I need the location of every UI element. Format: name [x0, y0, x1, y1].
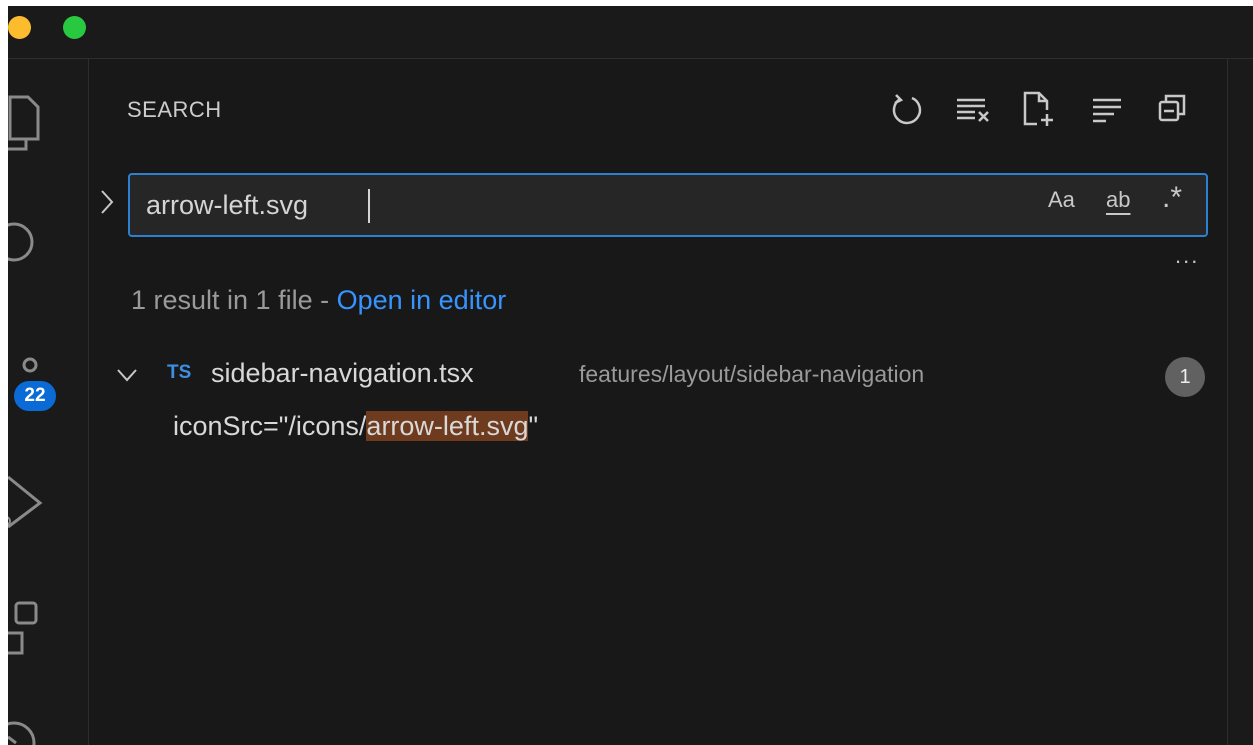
results-summary-text: 1 result in 1 file - — [131, 285, 337, 315]
refresh-icon — [892, 94, 922, 125]
collapse-all-icon — [1158, 94, 1186, 122]
new-search-editor-icon — [1023, 91, 1053, 126]
result-match-line[interactable]: iconSrc="/icons/arrow-left.svg" — [173, 411, 538, 442]
match-case-toggle[interactable]: Aa — [1048, 187, 1075, 213]
editor-gutter — [1228, 59, 1253, 745]
result-file-row[interactable]: TS sidebar-navigation.tsx features/layou… — [109, 355, 1209, 397]
extensions-icon[interactable] — [8, 597, 52, 667]
match-suffix: " — [528, 411, 539, 441]
results-summary: 1 result in 1 file - Open in editor — [131, 285, 506, 316]
match-highlight: arrow-left.svg — [366, 411, 529, 441]
search-panel-title: SEARCH — [127, 97, 222, 122]
chevron-down-icon[interactable] — [115, 367, 139, 383]
text-caret — [368, 189, 370, 223]
minimize-button[interactable] — [8, 16, 31, 39]
typescript-file-icon: TS — [167, 362, 192, 383]
refresh-button[interactable] — [889, 89, 925, 129]
result-file-name: sidebar-navigation.tsx — [211, 358, 474, 388]
source-control-badge: 22 — [12, 379, 58, 413]
new-search-editor-button[interactable] — [1021, 89, 1057, 129]
search-icon[interactable] — [8, 214, 46, 274]
search-box: Aa ab .* — [128, 173, 1208, 237]
zoom-button[interactable] — [63, 16, 86, 39]
match-count-badge: 1 — [1165, 357, 1205, 397]
search-input[interactable] — [146, 181, 1006, 229]
clear-results-button[interactable] — [955, 89, 991, 129]
run-debug-icon[interactable] — [8, 469, 50, 539]
use-regex-toggle[interactable]: .* — [1162, 181, 1182, 215]
view-as-tree-icon — [1093, 98, 1121, 123]
match-prefix: iconSrc="/icons/ — [173, 411, 367, 441]
clear-results-icon — [957, 98, 989, 122]
open-in-editor-link[interactable]: Open in editor — [337, 285, 507, 315]
vscode-window: 22 SEARCH arrow-left.svg Aa ab .* ... 1 … — [8, 6, 1253, 745]
title-bar — [8, 6, 1253, 59]
activity-bar: 22 — [8, 59, 89, 745]
match-whole-word-toggle[interactable]: ab — [1106, 187, 1130, 213]
view-as-tree-button[interactable] — [1089, 89, 1125, 129]
toggle-search-details-button[interactable]: ... — [1175, 243, 1199, 269]
collapse-all-button[interactable] — [1155, 89, 1191, 129]
remote-explorer-icon[interactable] — [8, 711, 48, 745]
search-sidebar: SEARCH arrow-left.svg Aa ab .* ... 1 res… — [89, 59, 1227, 745]
explorer-icon[interactable] — [8, 89, 48, 159]
result-file-path: features/layout/sidebar-navigation — [579, 361, 925, 387]
toggle-replace-chevron-right-icon[interactable] — [95, 187, 119, 217]
